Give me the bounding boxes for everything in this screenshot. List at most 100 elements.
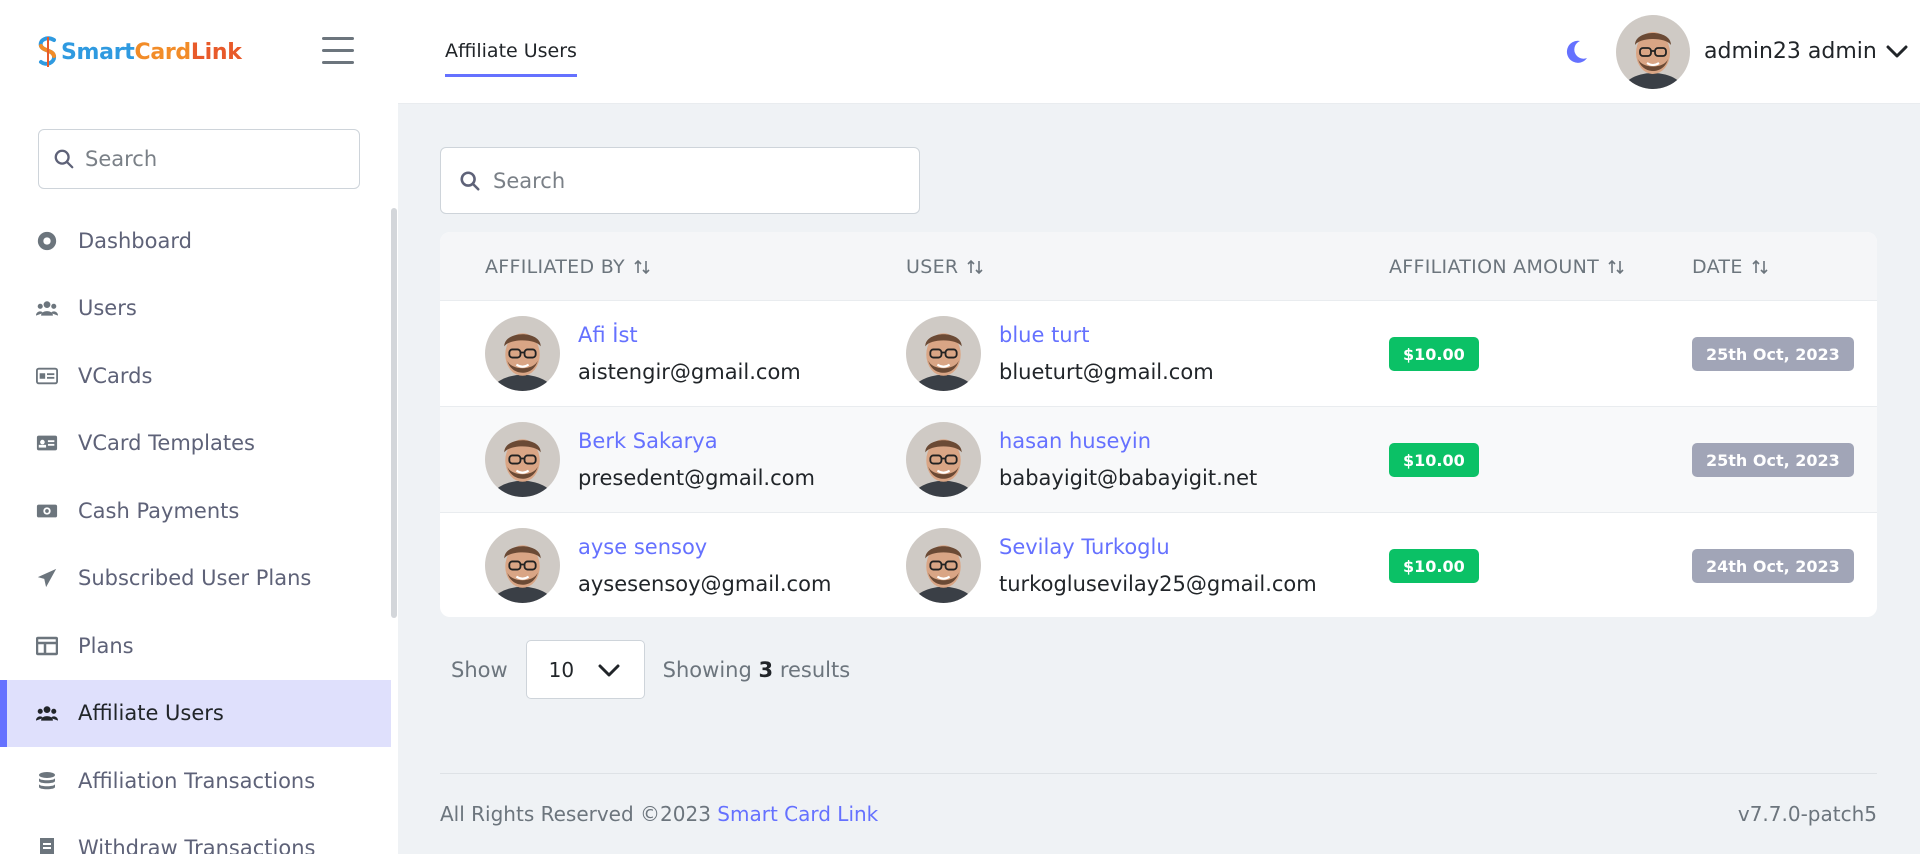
sidebar-item-dashboard[interactable]: Dashboard <box>0 207 391 275</box>
sidebar-item-affiliation-transactions[interactable]: Affiliation Transactions <box>0 747 391 815</box>
search-icon <box>460 170 480 191</box>
avatar-image <box>1616 15 1690 89</box>
sidebar-scrollbar[interactable] <box>391 208 397 618</box>
sidebar-item-plans[interactable]: Plans <box>0 612 391 680</box>
column-header-affiliated-by[interactable]: AFFILIATED BY <box>485 256 651 278</box>
sidebar-search[interactable] <box>38 129 360 189</box>
table-row: Afi İst aistengir@gmail.com blue turt bl… <box>440 300 1877 406</box>
avatar <box>906 422 981 497</box>
affiliated-by-name[interactable]: Berk Sakarya <box>578 427 815 455</box>
column-label: DATE <box>1692 256 1743 278</box>
user-menu-name[interactable]: admin23 admin <box>1704 39 1877 64</box>
user-cell: Sevilay Turkoglu turkoglusevilay25@gmail… <box>906 528 1317 603</box>
affiliate-users-table: AFFILIATED BY USER AFFILIATION AMOUNT DA… <box>440 232 1877 617</box>
amount-badge: $10.00 <box>1389 549 1479 583</box>
table-row: Berk Sakarya presedent@gmail.com hasan h… <box>440 406 1877 512</box>
receipt-icon <box>36 837 58 854</box>
footer-divider <box>440 773 1877 774</box>
sidebar-item-label: Dashboard <box>78 228 192 253</box>
affiliated-by-name[interactable]: Afi İst <box>578 321 801 349</box>
user-name[interactable]: Sevilay Turkoglu <box>999 533 1317 561</box>
moon-icon[interactable] <box>1562 38 1590 66</box>
affiliated-by-cell: ayse sensoy aysesensoy@gmail.com <box>485 528 831 603</box>
column-header-affiliation-amount[interactable]: AFFILIATION AMOUNT <box>1389 256 1625 278</box>
avatar[interactable] <box>1616 15 1690 89</box>
per-page-select[interactable]: 10 <box>525 640 645 699</box>
table-header: AFFILIATED BY USER AFFILIATION AMOUNT DA… <box>440 232 1877 300</box>
amount-badge: $10.00 <box>1389 443 1479 477</box>
sidebar-item-label: Plans <box>78 633 134 658</box>
amount-badge: $10.00 <box>1389 337 1479 371</box>
tab-affiliate-users[interactable]: Affiliate Users <box>445 40 577 77</box>
sidebar-item-vcards[interactable]: VCards <box>0 342 391 410</box>
sidebar-item-label: Subscribed User Plans <box>78 566 312 591</box>
coins-icon <box>36 770 58 792</box>
show-label: Show <box>451 657 508 682</box>
date-badge: 24th Oct, 2023 <box>1692 549 1854 583</box>
affiliated-by-email: presedent@gmail.com <box>578 466 815 490</box>
sidebar-item-label: Affiliation Transactions <box>78 768 316 793</box>
column-header-user[interactable]: USER <box>906 256 984 278</box>
sidebar: SmartCardLink Dashboard Users VCards VCa… <box>0 0 398 854</box>
affiliated-by-email: aistengir@gmail.com <box>578 360 801 384</box>
sort-icon <box>634 259 650 275</box>
sort-icon <box>1752 259 1768 275</box>
avatar <box>485 528 560 603</box>
avatar <box>485 316 560 391</box>
column-header-date[interactable]: DATE <box>1692 256 1769 278</box>
paper-plane-icon <box>36 567 58 589</box>
plans-icon <box>36 635 58 657</box>
avatar <box>906 316 981 391</box>
table-search-input[interactable] <box>493 168 893 193</box>
sidebar-item-affiliate-users[interactable]: Affiliate Users <box>0 679 391 747</box>
date-badge: 25th Oct, 2023 <box>1692 337 1854 371</box>
pagination-bar: Show 10 Showing 3 results <box>451 640 850 699</box>
menu-toggle-icon[interactable] <box>322 37 354 65</box>
logo-icon <box>38 36 57 67</box>
sort-icon <box>1608 259 1624 275</box>
dashboard-icon <box>36 230 58 252</box>
sidebar-item-withdraw-transactions[interactable]: Withdraw Transactions <box>0 815 391 854</box>
column-label: USER <box>906 256 959 278</box>
sidebar-nav: Dashboard Users VCards VCard Templates C… <box>0 207 391 854</box>
footer-copyright: All Rights Reserved ©2023 Smart Card Lin… <box>440 802 879 826</box>
users-icon <box>36 702 58 724</box>
user-email: babayigit@babayigit.net <box>999 466 1258 490</box>
avatar <box>906 528 981 603</box>
vcard-template-icon <box>36 432 58 454</box>
user-email: turkoglusevilay25@gmail.com <box>999 572 1317 596</box>
table-search[interactable] <box>440 147 920 214</box>
sidebar-item-label: Affiliate Users <box>78 701 224 726</box>
user-cell: hasan huseyin babayigit@babayigit.net <box>906 422 1257 497</box>
sidebar-item-vcard-templates[interactable]: VCard Templates <box>0 410 391 478</box>
affiliated-by-name[interactable]: ayse sensoy <box>578 533 831 561</box>
results-count: Showing 3 results <box>662 657 851 682</box>
user-cell: blue turt blueturt@gmail.com <box>906 316 1214 391</box>
sidebar-item-label: VCard Templates <box>78 431 255 456</box>
sidebar-item-label: Users <box>78 296 137 321</box>
user-email: blueturt@gmail.com <box>999 360 1214 384</box>
user-name[interactable]: hasan huseyin <box>999 427 1257 455</box>
sidebar-search-input[interactable] <box>85 147 335 171</box>
sidebar-item-label: Withdraw Transactions <box>78 836 316 854</box>
search-icon <box>54 149 74 169</box>
chevron-down-icon <box>598 664 620 677</box>
date-badge: 25th Oct, 2023 <box>1692 443 1854 477</box>
brand-name: SmartCardLink <box>61 39 242 65</box>
footer-brand-link[interactable]: Smart Card Link <box>717 802 878 826</box>
sidebar-item-cash-payments[interactable]: Cash Payments <box>0 477 391 545</box>
footer-version: v7.7.0-patch5 <box>1737 802 1877 826</box>
sidebar-item-label: Cash Payments <box>78 498 240 523</box>
affiliated-by-email: aysesensoy@gmail.com <box>578 572 832 596</box>
sidebar-item-subscribed-user-plans[interactable]: Subscribed User Plans <box>0 545 391 613</box>
sort-icon <box>967 259 983 275</box>
avatar <box>485 422 560 497</box>
column-label: AFFILIATED BY <box>485 256 625 278</box>
brand-logo[interactable]: SmartCardLink <box>37 36 242 68</box>
chevron-down-icon[interactable] <box>1886 44 1908 60</box>
sidebar-item-label: VCards <box>78 363 153 388</box>
top-header: Affiliate Users admin23 admin <box>398 0 1920 104</box>
per-page-value: 10 <box>548 657 575 682</box>
user-name[interactable]: blue turt <box>999 321 1214 349</box>
sidebar-item-users[interactable]: Users <box>0 275 391 343</box>
